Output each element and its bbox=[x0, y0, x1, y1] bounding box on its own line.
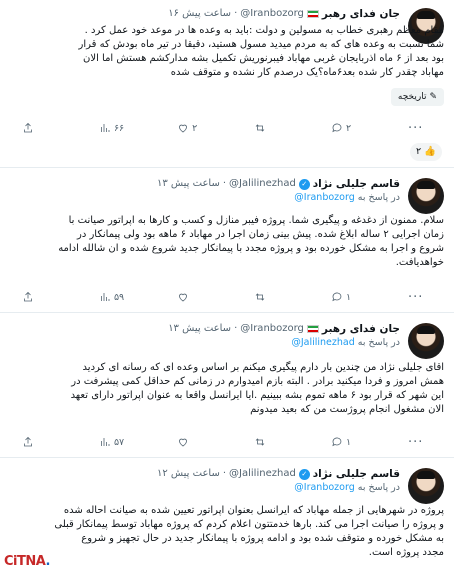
reply-button[interactable]: ۲ bbox=[331, 122, 355, 134]
reply-bubble-icon bbox=[332, 437, 342, 447]
retweet-button[interactable] bbox=[254, 291, 278, 303]
retweet-button[interactable] bbox=[254, 436, 278, 448]
separator-dot: · bbox=[222, 468, 227, 479]
views-button[interactable]: ۵۷ bbox=[99, 436, 124, 448]
heart-icon bbox=[179, 438, 188, 447]
views-bars-icon bbox=[101, 124, 110, 132]
separator-dot: · bbox=[234, 8, 238, 19]
views-bars-icon bbox=[101, 438, 110, 446]
more-button[interactable]: ··· bbox=[408, 121, 432, 136]
tweet-2[interactable]: قاسم جلیلی نژاد ✓ @Jalilinezhad · ۱۳ ساع… bbox=[0, 168, 454, 313]
timestamp[interactable]: ۱۶ ساعت پیش bbox=[168, 6, 231, 22]
separator-dot: · bbox=[234, 323, 238, 334]
reaction-chip[interactable]: 👍 ۲ bbox=[410, 143, 442, 161]
tweet-header: جان فدای رهبر @Iranbozorg · ۱۶ ساعت پیش bbox=[168, 6, 400, 22]
reply-handle-link[interactable]: Iranbozorg@ bbox=[294, 482, 354, 493]
share-button[interactable] bbox=[22, 122, 46, 134]
avatar[interactable] bbox=[408, 178, 444, 214]
tweet-4[interactable]: قاسم جلیلی نژاد ✓ @Jalilinezhad · ۱۲ ساع… bbox=[0, 458, 454, 573]
tweet-1[interactable]: جان فدای رهبر @Iranbozorg · ۱۶ ساعت پیش … bbox=[0, 0, 454, 168]
iran-flag-icon bbox=[306, 10, 319, 18]
like-button[interactable]: ۲ bbox=[177, 122, 201, 134]
share-button[interactable] bbox=[22, 291, 46, 303]
author-name[interactable]: جان فدای رهبر bbox=[322, 321, 400, 337]
more-button[interactable]: ··· bbox=[408, 435, 432, 450]
avatar[interactable] bbox=[408, 323, 444, 359]
share-icon bbox=[24, 291, 32, 302]
more-dots-icon: ··· bbox=[407, 289, 424, 305]
tweet-header: قاسم جلیلی نژاد ✓ @Jalilinezhad · ۱۲ ساع… bbox=[157, 466, 400, 482]
timestamp[interactable]: ۱۳ ساعت پیش bbox=[168, 321, 231, 337]
views-bars-icon bbox=[101, 293, 110, 301]
timestamp[interactable]: ۱۲ ساعت پیش bbox=[157, 466, 220, 482]
share-button[interactable] bbox=[22, 436, 46, 448]
separator-dot: · bbox=[222, 178, 227, 189]
views-button[interactable]: ۶۶ bbox=[99, 122, 124, 134]
reply-bubble-icon bbox=[332, 123, 342, 133]
reply-handle-link[interactable]: Iranbozorg@ bbox=[294, 192, 354, 203]
avatar[interactable] bbox=[408, 468, 444, 504]
author-handle[interactable]: @Jalilinezhad bbox=[229, 466, 296, 482]
author-name[interactable]: قاسم جلیلی نژاد bbox=[313, 176, 400, 192]
more-dots-icon: ··· bbox=[407, 434, 424, 450]
share-icon bbox=[24, 122, 32, 133]
iran-flag-icon bbox=[306, 325, 319, 333]
author-name[interactable]: قاسم جلیلی نژاد bbox=[313, 466, 400, 482]
tweet-3[interactable]: جان فدای رهبر @Iranbozorg · ۱۳ ساعت پیش … bbox=[0, 313, 454, 458]
citna-watermark-logo: CiTNA. bbox=[4, 554, 51, 569]
retweet-icon bbox=[255, 438, 265, 446]
like-button[interactable] bbox=[177, 291, 201, 303]
author-handle[interactable]: @Iranbozorg bbox=[240, 321, 304, 337]
heart-icon bbox=[179, 124, 188, 133]
views-button[interactable]: ۵۹ bbox=[99, 291, 124, 303]
reply-to-line: در پاسخ به Jalilinezhad@ bbox=[291, 337, 400, 348]
tweet-actions: ۵۷ ۱ ··· bbox=[22, 434, 432, 450]
tweet-text: مقام معظم رهبری خطاب به مسولین و دولت :ب… bbox=[78, 25, 444, 78]
tweet-header: قاسم جلیلی نژاد ✓ @Jalilinezhad · ۱۳ ساع… bbox=[157, 176, 400, 192]
reply-bubble-icon bbox=[332, 292, 342, 302]
reply-handle-link[interactable]: Jalilinezhad@ bbox=[291, 337, 354, 348]
tweet-actions: ۶۶ ۲ ۲ ··· bbox=[22, 120, 432, 136]
verified-badge-icon: ✓ bbox=[298, 178, 310, 190]
timestamp[interactable]: ۱۳ ساعت پیش bbox=[157, 176, 220, 192]
tweet-text: پروژه در شهرهایی از جمله مهاباد که ایران… bbox=[54, 505, 444, 558]
history-button[interactable]: ✎ تاریخچه bbox=[390, 88, 444, 106]
reply-to-line: در پاسخ به Iranbozorg@ bbox=[294, 482, 400, 493]
more-dots-icon: ··· bbox=[407, 120, 424, 136]
author-handle[interactable]: @Iranbozorg bbox=[240, 6, 304, 22]
tweet-actions: ۵۹ ۱ ··· bbox=[22, 289, 432, 305]
retweet-icon bbox=[255, 124, 265, 132]
retweet-icon bbox=[255, 293, 265, 301]
retweet-button[interactable] bbox=[254, 122, 278, 134]
pencil-icon: ✎ bbox=[429, 92, 437, 102]
more-button[interactable]: ··· bbox=[408, 290, 432, 305]
tweet-text: سلام. ممنون از دغدغه و پیگیری شما. پروژه… bbox=[58, 215, 444, 268]
like-button[interactable] bbox=[177, 436, 201, 448]
reply-button[interactable]: ۱ bbox=[331, 291, 355, 303]
author-handle[interactable]: @Jalilinezhad bbox=[229, 176, 296, 192]
verified-badge-icon: ✓ bbox=[298, 468, 310, 480]
heart-icon bbox=[179, 293, 188, 302]
tweet-header: جان فدای رهبر @Iranbozorg · ۱۳ ساعت پیش bbox=[168, 321, 400, 337]
reply-button[interactable]: ۱ bbox=[331, 436, 355, 448]
share-icon bbox=[24, 436, 32, 447]
author-name[interactable]: جان فدای رهبر bbox=[322, 6, 400, 22]
tweet-text: اقای جلیلی نژاد من چندین بار دارم پیگیری… bbox=[70, 362, 444, 415]
thumbs-up-icon: 👍 bbox=[424, 146, 436, 157]
reply-to-line: در پاسخ به Iranbozorg@ bbox=[294, 192, 400, 203]
